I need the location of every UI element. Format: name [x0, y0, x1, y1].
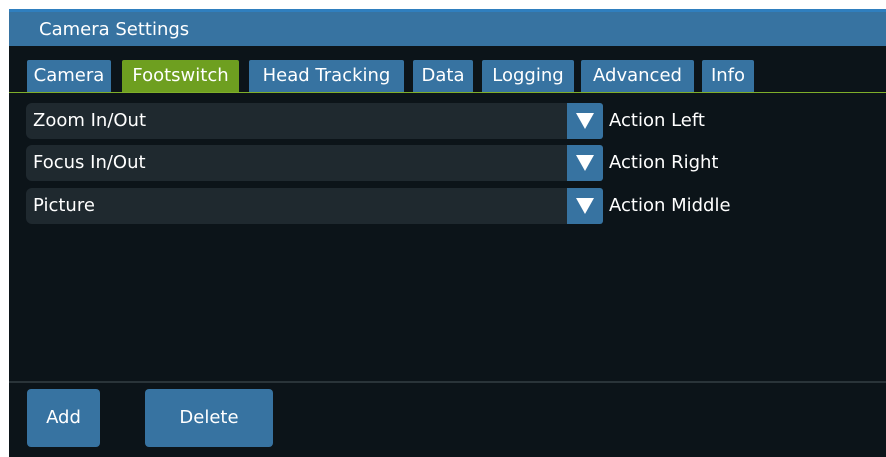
triangle-down-icon — [576, 113, 594, 129]
tab-footswitch[interactable]: Footswitch — [122, 60, 239, 92]
tab-head-tracking[interactable]: Head Tracking — [249, 60, 404, 92]
window-title: Camera Settings — [39, 19, 190, 40]
action-right-label: Action Right — [609, 152, 719, 173]
mapping-row-middle: Picture Action Middle — [26, 188, 731, 224]
delete-button[interactable]: Delete — [145, 389, 273, 447]
title-bar: Camera Settings — [9, 9, 886, 46]
mapping-row-right: Focus In/Out Action Right — [26, 145, 719, 181]
action-middle-select[interactable]: Picture — [26, 188, 567, 224]
tab-advanced[interactable]: Advanced — [581, 60, 694, 92]
camera-settings-window: Camera Settings Camera Footswitch Head T… — [9, 9, 886, 457]
footer-divider — [9, 381, 886, 383]
action-left-dropdown-button[interactable] — [567, 103, 603, 139]
triangle-down-icon — [576, 198, 594, 214]
tab-info[interactable]: Info — [702, 60, 754, 92]
triangle-down-icon — [576, 155, 594, 171]
tab-camera[interactable]: Camera — [27, 60, 111, 92]
action-middle-dropdown-button[interactable] — [567, 188, 603, 224]
tab-bar: Camera Footswitch Head Tracking Data Log… — [9, 46, 886, 93]
action-right-select[interactable]: Focus In/Out — [26, 145, 567, 181]
action-left-label: Action Left — [609, 110, 705, 131]
add-button[interactable]: Add — [27, 389, 100, 447]
action-left-select[interactable]: Zoom In/Out — [26, 103, 567, 139]
action-right-dropdown-button[interactable] — [567, 145, 603, 181]
tab-data[interactable]: Data — [413, 60, 473, 92]
tab-logging[interactable]: Logging — [482, 60, 574, 92]
action-middle-label: Action Middle — [609, 195, 731, 216]
mapping-row-left: Zoom In/Out Action Left — [26, 103, 705, 139]
